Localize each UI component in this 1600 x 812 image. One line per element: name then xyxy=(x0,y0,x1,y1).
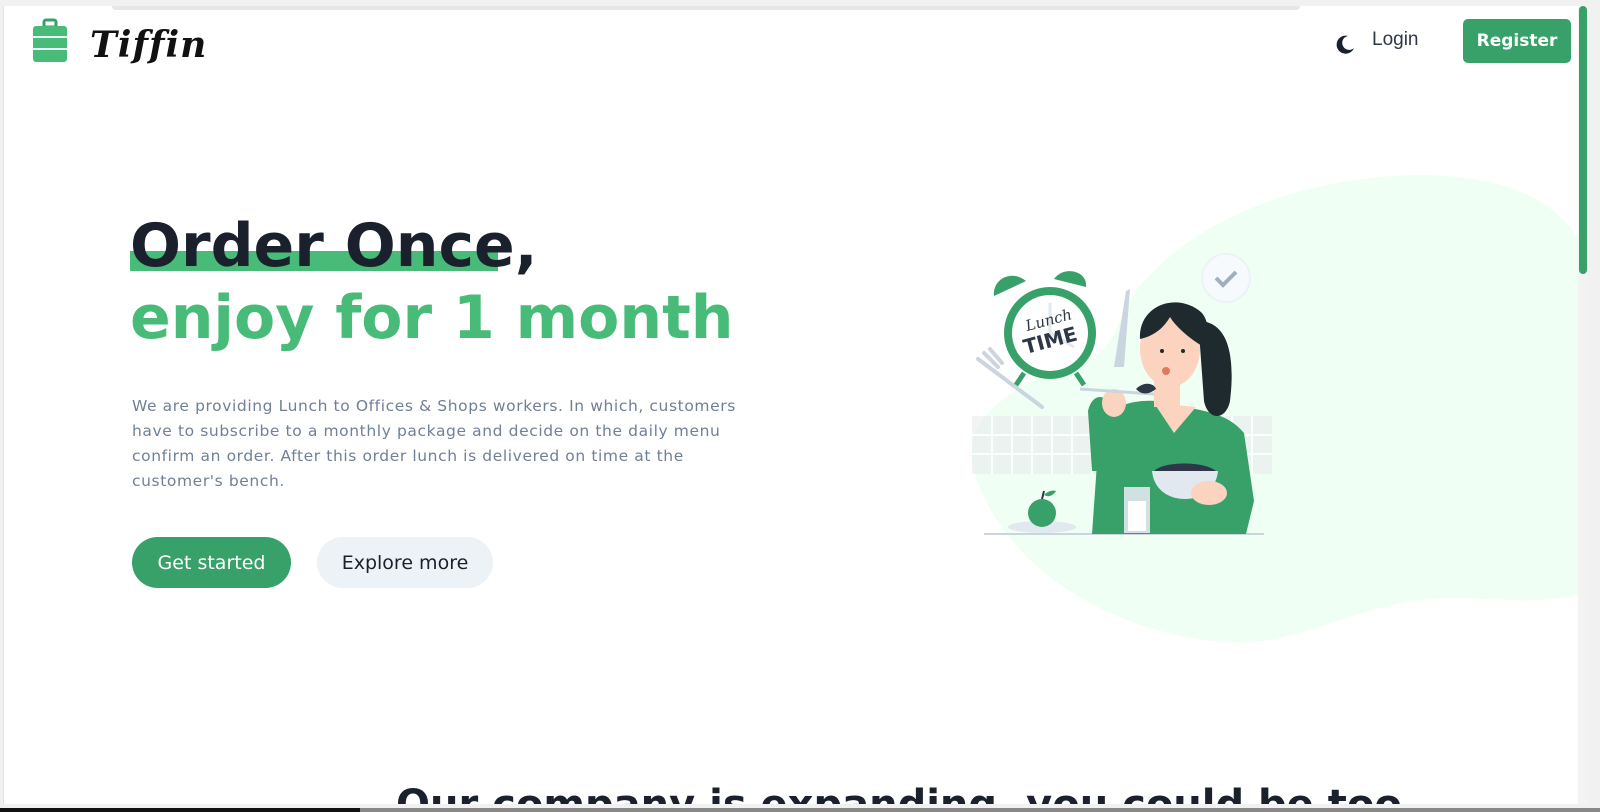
lunchbox-logo-icon[interactable] xyxy=(30,18,70,64)
scrollbar-track[interactable] xyxy=(1578,6,1588,804)
login-link[interactable]: Login xyxy=(1372,29,1419,51)
hero-subtitle: enjoy for 1 month xyxy=(130,283,734,353)
moon-icon[interactable] xyxy=(1333,33,1357,57)
section-heading: Our company is expanding, you could be t… xyxy=(396,781,1417,804)
check-icon xyxy=(1201,253,1251,303)
explore-more-button[interactable]: Explore more xyxy=(317,537,493,588)
brand-name[interactable]: Tiffin xyxy=(90,24,207,66)
hero-description: We are providing Lunch to Offices & Shop… xyxy=(132,397,736,490)
browser-viewport: Tiffin Login Register Order Once, enjoy … xyxy=(3,6,1588,804)
lunch-illustration: Lunch TIME xyxy=(972,175,1588,643)
background-blob xyxy=(972,175,1588,643)
register-button[interactable]: Register xyxy=(1463,19,1571,63)
bottom-edge xyxy=(0,808,360,812)
bottom-edge-right xyxy=(360,808,1600,812)
apple-icon xyxy=(1028,499,1056,527)
top-strip xyxy=(112,6,1300,10)
hero-title: Order Once, xyxy=(130,211,538,281)
scrollbar-thumb[interactable] xyxy=(1579,6,1587,274)
get-started-button[interactable]: Get started xyxy=(132,537,291,588)
